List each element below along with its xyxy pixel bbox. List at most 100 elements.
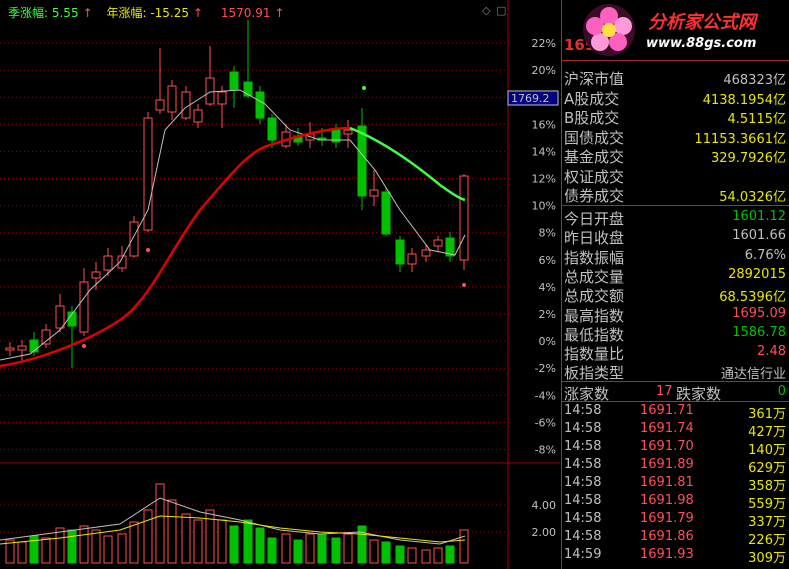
tick-time: 14:59 [564,547,602,562]
tick-row[interactable]: 14:58 1691.71 361万 [562,403,789,422]
volume-bar [267,537,277,564]
volume-bar [41,537,51,564]
volume-bar [343,533,353,564]
price-axis-label: 14% [532,145,556,158]
index-stat-row: 板指类型 通达信行业 [562,362,789,382]
index-stat-row: 总成交额 68.5396亿 [562,285,789,305]
index-stat-label: 指数振幅 [564,248,625,267]
index-stat-value: 2.48 [757,344,786,360]
tick-price: 1691.70 [640,439,694,454]
tick-volume: 140万 [748,443,786,458]
volume-bar [17,541,27,564]
price-axis-label: 10% [532,200,556,213]
index-stat-row: 今日开盘 1601.12 [562,208,789,228]
tick-volume: 629万 [748,461,786,476]
tick-volume: 226万 [748,533,786,548]
signal-dot [362,86,366,90]
tick-price: 1691.79 [640,511,694,526]
candle-body [433,239,443,247]
tick-row[interactable]: 14:58 1691.98 559万 [562,493,789,512]
price-axis-label: 20% [532,64,556,77]
market-stat-value: 4138.1954亿 [702,92,786,108]
diamond-icon[interactable]: ◇ [482,4,490,17]
volume-bar [79,525,89,564]
tick-time: 14:58 [564,439,602,454]
tick-price: 1691.93 [640,547,694,562]
tick-volume: 427万 [748,425,786,440]
index-stat-row: 指数量比 2.48 [562,343,789,363]
tick-row[interactable]: 14:58 1691.81 358万 [562,475,789,494]
candle-body [267,117,277,141]
volume-axis-label: 4.00 [532,499,557,512]
market-stat-value: 54.0326亿 [719,190,786,205]
tick-time: 14:58 [564,511,602,526]
tick-time: 14:58 [564,421,602,436]
arrow-up-icon: ↑ [82,6,93,20]
index-stat-value: 1601.12 [732,209,786,224]
candle-body [5,347,15,351]
index-stat-label: 总成交量 [564,267,625,286]
tick-volume: 337万 [748,515,786,530]
tick-price: 1691.86 [640,529,694,544]
candle-body [91,271,101,279]
price-axis-label: 2% [539,308,556,321]
volume-bar [243,519,253,564]
cursor-value: 1769.2 [511,92,550,105]
tick-row[interactable]: 14:58 1691.86 226万 [562,529,789,548]
market-stat-value: 468323亿 [723,73,786,88]
brand-url: www.88gs.com [646,36,757,51]
market-stat-row: A股成交 4138.1954亿 [562,88,789,108]
candle-body [193,109,203,123]
candle-body [167,85,177,113]
index-stat-label: 最高指数 [564,306,625,325]
volume-bar [421,549,431,564]
candle-body [17,345,27,351]
index-stat-row: 最高指数 1695.09 [562,305,789,325]
season-change-label: 季涨幅: 5.55 [8,6,79,20]
volume-bar [433,547,443,564]
candle-body [407,253,417,265]
market-stat-label: A股成交 [564,89,620,108]
candle-body [155,99,165,111]
window-icon[interactable]: ▢ [496,4,506,17]
market-stat-label: B股成交 [564,109,620,127]
candle-body [369,189,379,197]
kline-chart[interactable]: 22%20%18%16%14%12%10%8%6%4%2%0%-2%-4%-6%… [0,0,560,569]
tick-price: 1691.89 [640,457,694,472]
market-stat-row: 基金成交 329.7926亿 [562,146,789,166]
tick-time: 14:58 [564,475,602,490]
brand-title: 分析家公式网 [648,12,756,33]
market-stat-row: 沪深市值 468323亿 [562,68,789,88]
volume-bar [193,519,203,564]
candle-body [217,91,227,105]
tick-volume: 361万 [748,407,786,422]
tick-row[interactable]: 14:59 1691.93 309万 [562,547,789,566]
tick-row[interactable]: 14:58 1691.79 337万 [562,511,789,530]
price-axis-label: 6% [539,254,556,267]
volume-bar [317,533,327,564]
kline-chart-area[interactable]: 22%20%18%16%14%12%10%8%6%4%2%0%-2%-4%-6%… [0,0,560,569]
tick-row[interactable]: 14:58 1691.70 140万 [562,439,789,458]
market-stat-value: 329.7926亿 [710,151,786,166]
index-stat-label: 最低指数 [564,325,625,344]
market-stat-label: 国债成交 [564,128,625,147]
volume-bar [217,519,227,564]
candle-body [243,81,253,97]
candle-body [381,191,391,235]
index-stat-row: 总成交量 2892015 [562,266,789,286]
price-axis-label: -6% [535,416,556,429]
tick-row[interactable]: 14:58 1691.89 629万 [562,457,789,476]
volume-axis-label: 2.00 [532,526,557,539]
tick-time: 14:58 [564,403,602,418]
volume-bar [331,537,341,564]
candle-body [395,239,405,265]
market-stat-label: 债券成交 [564,187,625,205]
candle-body [357,125,367,197]
tick-price: 1691.81 [640,475,694,490]
market-stat-label: 基金成交 [564,148,625,166]
index-stat-value: 1695.09 [732,305,786,321]
extra-value-label: 1570.91 [220,6,271,20]
volume-bar [205,509,215,564]
volume-bar [67,529,77,564]
tick-row[interactable]: 14:58 1691.74 427万 [562,421,789,440]
